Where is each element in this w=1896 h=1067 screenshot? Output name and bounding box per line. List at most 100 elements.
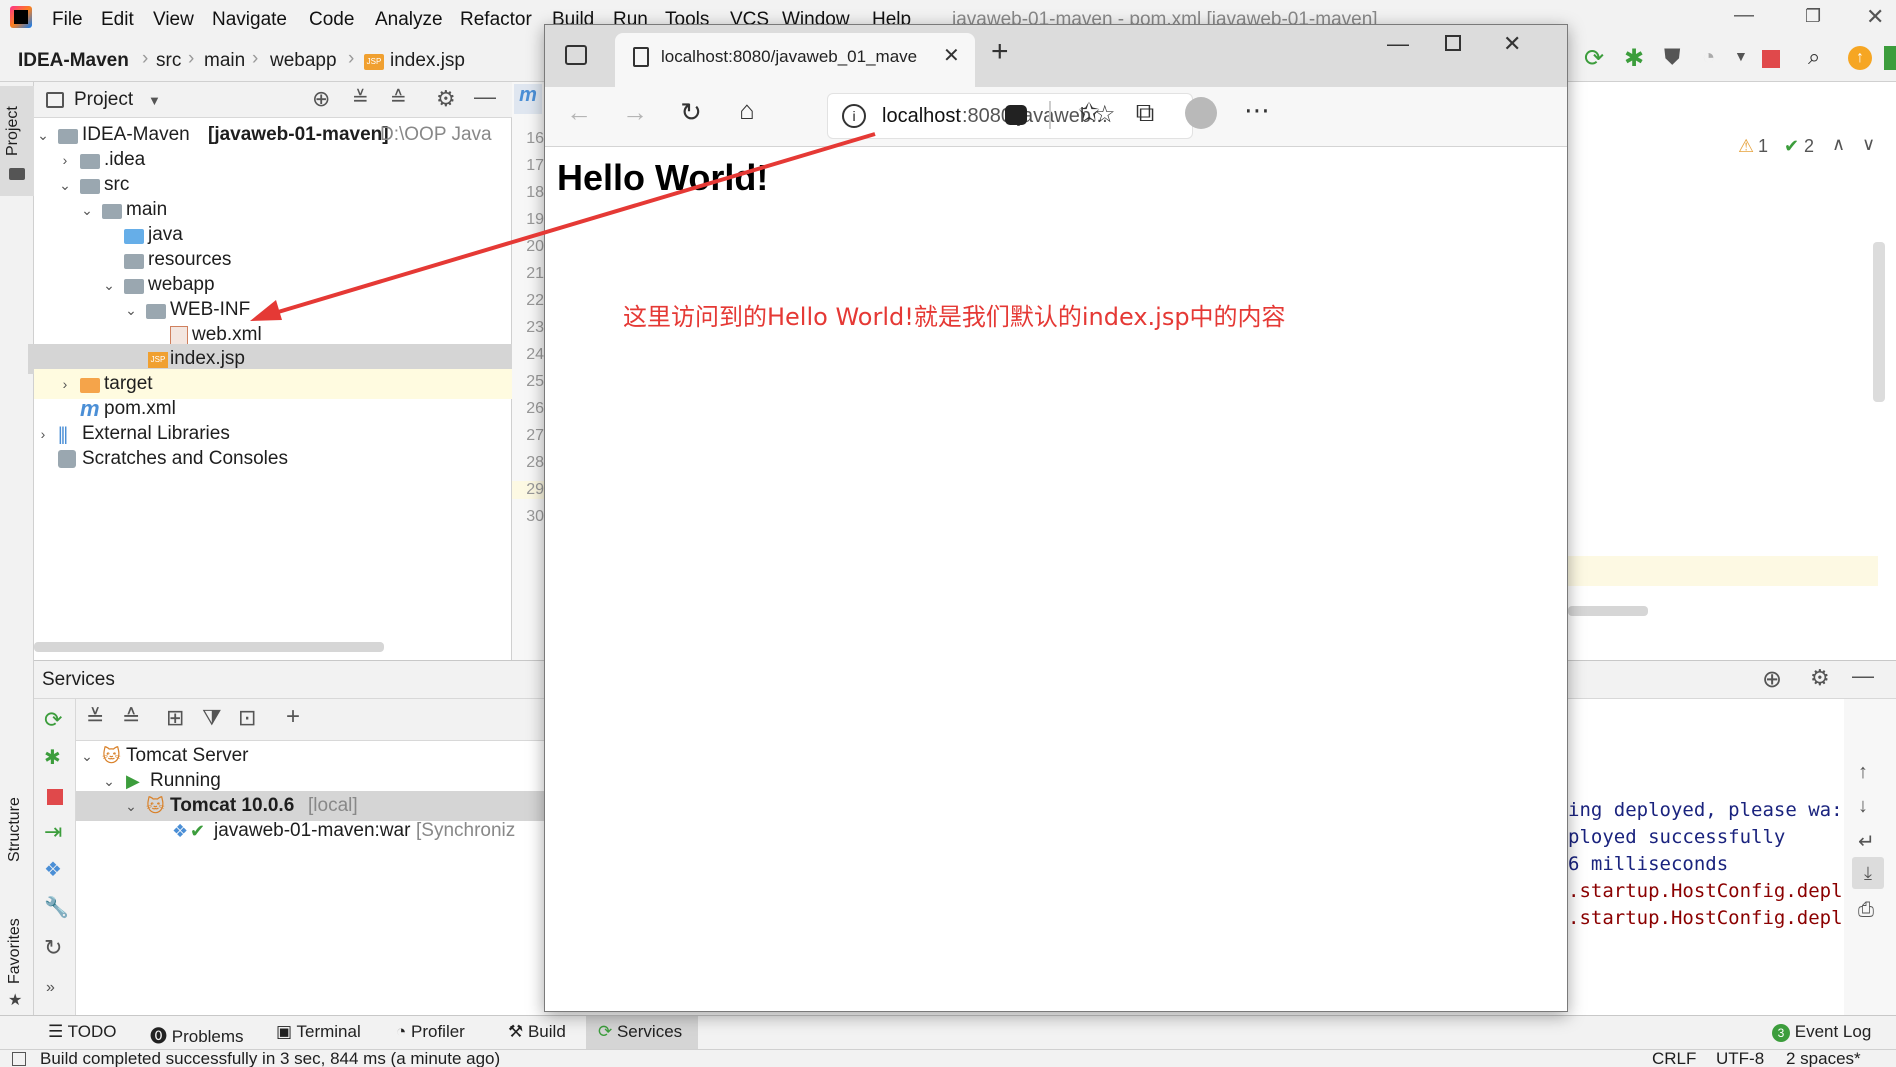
encoding[interactable]: UTF-8 — [1716, 1049, 1764, 1067]
expand-all-icon[interactable]: ≚ — [86, 705, 104, 731]
dropdown-arrow-icon[interactable]: ▼ — [1734, 48, 1748, 64]
site-info-icon[interactable]: i — [842, 104, 866, 128]
close-window-icon[interactable]: ✕ — [1503, 31, 1521, 57]
new-tab-icon[interactable]: ⊡ — [238, 705, 256, 731]
editor-scrollbar[interactable] — [1873, 242, 1885, 402]
reload-icon[interactable]: ↻ — [673, 97, 709, 128]
artifact-icon[interactable]: ❖ — [44, 857, 62, 882]
debug-icon[interactable]: ✱ — [44, 745, 61, 770]
home-icon[interactable]: ⌂ — [729, 95, 765, 126]
back-icon[interactable]: ← — [561, 97, 597, 128]
menu-analyze[interactable]: Analyze — [375, 9, 443, 31]
breadcrumb-main[interactable]: main — [204, 50, 245, 72]
tab-event-log[interactable]: 3 Event Log — [1772, 1022, 1871, 1042]
add-icon[interactable]: + — [286, 703, 300, 731]
tab-services[interactable]: ⟳ Services — [598, 1022, 682, 1042]
more-options-icon[interactable]: ⋯ — [1239, 95, 1275, 126]
line-number: 28 — [526, 454, 544, 471]
chevron-down-icon[interactable]: ∨ — [1862, 134, 1875, 155]
soft-wrap-icon[interactable]: ↵ — [1858, 829, 1875, 854]
menu-file[interactable]: File — [52, 9, 83, 31]
close-icon[interactable]: ✕ — [1866, 4, 1884, 30]
menu-navigate[interactable]: Navigate — [212, 9, 287, 31]
console-line: .startup.HostConfig.depl — [1568, 880, 1843, 902]
tab-problems[interactable]: ⓿ Problems — [150, 1022, 244, 1047]
close-tab-icon[interactable]: ✕ — [943, 43, 960, 68]
coverage-icon[interactable]: ⛊ — [1664, 44, 1681, 70]
scroll-to-end-icon[interactable]: ⤓ — [1852, 857, 1884, 889]
profile-icon[interactable]: ◔ — [1702, 44, 1715, 70]
project-view-icon — [46, 92, 64, 108]
deploy-icon[interactable]: ⇥ — [44, 819, 62, 845]
arrow-up-icon[interactable]: ↑ — [1858, 761, 1868, 784]
arrow-down-icon[interactable]: ↓ — [1858, 795, 1868, 818]
expand-all-icon[interactable]: ≚ — [352, 86, 369, 111]
collections-icon[interactable]: ⧉ — [1127, 97, 1163, 129]
rerun-icon[interactable]: ⟳ — [1584, 44, 1604, 73]
refresh-icon[interactable]: ↻ — [44, 935, 62, 961]
rerun-icon[interactable]: ⟳ — [44, 707, 62, 733]
tab-profiler[interactable]: ◔ Profiler — [396, 1022, 465, 1042]
tab-label: Build — [527, 1022, 566, 1041]
stop-icon[interactable] — [47, 789, 63, 805]
status-toggle-icon[interactable] — [12, 1052, 26, 1066]
tree-item-scratches[interactable]: Scratches and Consoles — [34, 444, 512, 474]
filter-icon[interactable]: ⧩ — [202, 705, 222, 731]
structure-tool-tab[interactable]: Structure — [0, 772, 34, 882]
locate-icon[interactable]: ⊕ — [1762, 665, 1782, 694]
hide-panel-icon[interactable]: — — [1852, 663, 1874, 689]
favorites-icon[interactable]: ✩ — [1071, 97, 1107, 128]
breadcrumb-webapp[interactable]: webapp — [270, 50, 337, 72]
gear-icon[interactable]: ⚙ — [1810, 665, 1830, 691]
indent[interactable]: 2 spaces* — [1786, 1049, 1861, 1067]
collapse-all-icon[interactable]: ≙ — [390, 86, 407, 111]
breadcrumb-src[interactable]: src — [156, 50, 181, 72]
new-tab-icon[interactable]: + — [991, 35, 1009, 69]
collapse-all-icon[interactable]: ≙ — [122, 705, 140, 731]
locate-icon[interactable]: ⊕ — [312, 86, 330, 112]
gear-icon[interactable]: ⚙ — [436, 86, 456, 112]
extension-icon[interactable] — [1005, 105, 1027, 125]
editor-h-scrollbar[interactable] — [1568, 606, 1648, 616]
profile-avatar[interactable] — [1185, 97, 1217, 129]
menu-view[interactable]: View — [153, 9, 194, 31]
minimize-icon[interactable]: — — [1387, 31, 1409, 57]
service-label: javaweb-01-maven:war — [214, 820, 411, 841]
print-icon[interactable]: ⎙ — [1858, 899, 1874, 922]
update-icon[interactable]: ↑ — [1848, 46, 1872, 70]
wrench-icon[interactable]: 🔧 — [44, 895, 69, 920]
restore-icon[interactable]: ❐ — [1805, 6, 1821, 27]
project-view-selector[interactable]: Project — [74, 89, 133, 111]
chevron-down-icon[interactable]: ▼ — [148, 93, 161, 108]
tab-todo[interactable]: ☰ TODO — [48, 1022, 116, 1042]
editor-tab-pom[interactable]: m — [514, 84, 542, 114]
tab-build[interactable]: ⚒ Build — [508, 1022, 566, 1042]
service-artifact[interactable]: ❖ ✔ javaweb-01-maven:war [Synchroniz — [76, 816, 576, 846]
tab-terminal[interactable]: ▣ Terminal — [276, 1022, 361, 1042]
plugin-icon[interactable] — [1884, 46, 1896, 70]
search-icon[interactable]: ⌕ — [1808, 44, 1820, 70]
chevron-up-icon[interactable]: ∧ — [1832, 134, 1845, 155]
menu-refactor[interactable]: Refactor — [460, 9, 532, 31]
check-icon[interactable]: ✔ — [1784, 136, 1799, 157]
minimize-icon[interactable]: — — [1734, 4, 1754, 27]
favorites-tool-tab[interactable]: Favorites ★ — [0, 892, 34, 1012]
browser-tab-active[interactable]: localhost:8080/javaweb_01_mave ✕ — [615, 33, 975, 87]
breadcrumb-project[interactable]: IDEA-Maven — [18, 50, 129, 72]
line-separator[interactable]: CRLF — [1652, 1049, 1696, 1067]
horizontal-scrollbar[interactable] — [34, 642, 384, 652]
hide-panel-icon[interactable]: — — [474, 84, 496, 110]
warning-icon[interactable]: ⚠ — [1738, 136, 1754, 157]
forward-icon[interactable]: → — [617, 97, 653, 128]
more-icon[interactable]: » — [46, 979, 55, 997]
maximize-icon[interactable] — [1445, 35, 1461, 51]
debug-icon[interactable]: ✱ — [1624, 44, 1644, 73]
stop-icon[interactable] — [1762, 50, 1780, 68]
menu-code[interactable]: Code — [309, 9, 354, 31]
hammer-icon: ⚒ — [508, 1022, 528, 1041]
project-tool-tab[interactable]: Project — [0, 86, 34, 196]
group-icon[interactable]: ⊞ — [166, 705, 184, 731]
tab-actions-icon[interactable] — [565, 45, 587, 65]
menu-edit[interactable]: Edit — [101, 9, 134, 31]
breadcrumb-index-jsp[interactable]: index.jsp — [390, 50, 465, 72]
